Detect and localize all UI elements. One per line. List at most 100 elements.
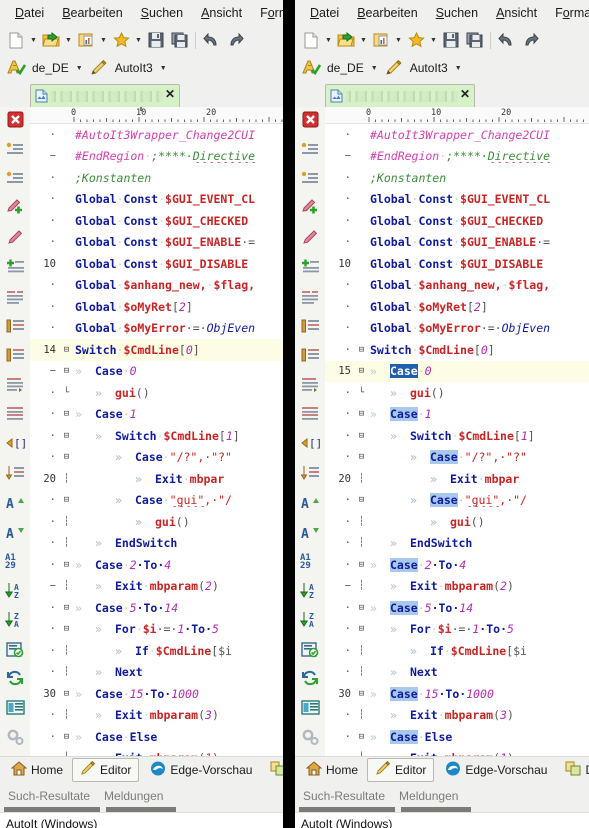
settings-gear-icon[interactable] (4, 727, 26, 748)
sort-za-icon[interactable]: ZA (4, 609, 26, 630)
fold-marker[interactable]: ┆ (355, 710, 368, 720)
sort-az-icon[interactable]: AZ (299, 580, 321, 601)
panel-tab-meldungen[interactable]: Meldungen (100, 789, 167, 807)
code-line[interactable]: · ⊟» » » Case·"/?",·"?" (30, 447, 283, 469)
code-line[interactable]: · Global·$oMyRet[2] (30, 296, 283, 318)
close-icon[interactable]: ✕ (165, 88, 175, 100)
settings-gear-icon[interactable] (299, 727, 321, 748)
chevron-down-icon[interactable]: ▼ (74, 57, 85, 79)
chevron-down-icon[interactable]: ▼ (323, 29, 334, 51)
code-line[interactable]: · ┆» » » If·$CmdLine[$i (30, 640, 283, 662)
indent-decrease-icon[interactable] (4, 344, 26, 365)
code-line[interactable]: − ⊟» Case·0 (30, 361, 283, 383)
bottom-tab-home[interactable]: Home (299, 759, 365, 781)
menu-item-ansicht[interactable]: Ansicht (192, 3, 251, 23)
code-line[interactable]: · ⊟» » » Case·"/?",·"?" (325, 447, 589, 469)
favorites-star-icon[interactable] (405, 29, 427, 51)
code-line[interactable]: 20 ┆» » » » Exit·mbpar (325, 468, 589, 490)
chevron-down-icon[interactable]: ▼ (369, 57, 380, 79)
menu-item-bearbeiten[interactable]: Bearbeiten (53, 3, 131, 23)
undo-icon[interactable] (201, 29, 223, 51)
save-icon[interactable] (440, 29, 462, 51)
new-file-icon[interactable] (300, 29, 322, 51)
code-line[interactable]: · Global·$oMyRet[2] (325, 296, 589, 318)
wrap-lines-icon[interactable] (4, 374, 26, 395)
comment-block-icon[interactable] (299, 138, 321, 159)
code-line[interactable]: − #EndRegion·;****·Directive (30, 146, 283, 168)
toggle-panel-icon[interactable] (299, 697, 321, 718)
fold-marker[interactable]: ⊟ (60, 732, 73, 742)
code-line[interactable]: · ⊟» » For·$i·=·1·To·5 (325, 619, 589, 641)
comment-block-icon[interactable] (4, 138, 26, 159)
indent-decrease-icon[interactable] (299, 344, 321, 365)
fold-marker[interactable]: ⊟ (60, 603, 73, 613)
fold-marker[interactable]: ⊟ (355, 689, 368, 699)
fold-marker[interactable]: ┆ (355, 517, 368, 527)
code-editor-right[interactable]: 0 10 20 · #AutoIt3Wrapper_Change2CUI − #… (325, 107, 589, 756)
alphanumeric-sort-icon[interactable]: A1 29 (299, 550, 321, 571)
indent-increase-icon[interactable] (4, 315, 26, 336)
panel-tab-such-resultate[interactable]: Such-Resultate (4, 789, 94, 807)
fold-marker[interactable]: ┆ (60, 667, 73, 677)
code-line[interactable]: · ┆» » » » gui() (30, 511, 283, 533)
fold-marker[interactable]: ⊟ (60, 624, 73, 634)
chevron-down-icon[interactable]: ▼ (133, 29, 144, 51)
sort-az-icon[interactable]: AZ (4, 580, 26, 601)
open-recent-icon[interactable] (370, 29, 392, 51)
code-line[interactable]: · └» » gui() (30, 382, 283, 404)
lowercase-icon[interactable]: A (4, 521, 26, 542)
move-line-down-icon[interactable] (299, 462, 321, 483)
open-recent-icon[interactable] (75, 29, 97, 51)
code-line[interactable]: · #AutoIt3Wrapper_Change2CUI (30, 124, 283, 146)
code-line[interactable]: 14 ⊟ Switch·$CmdLine[0] (30, 339, 283, 361)
insert-line-icon[interactable] (4, 256, 26, 277)
code-line[interactable]: · #AutoIt3Wrapper_Change2CUI (325, 124, 589, 146)
fold-marker[interactable]: ⊟ (60, 366, 73, 376)
fold-marker[interactable]: ┆ (60, 538, 73, 548)
refresh-icon[interactable] (299, 668, 321, 689)
wrap-lines-icon[interactable] (299, 374, 321, 395)
align-lines-icon[interactable] (299, 403, 321, 424)
code-line[interactable]: · ⊟» » » Case·"gui",·"/ (325, 490, 589, 512)
document-tab[interactable]: ✕ (325, 84, 475, 107)
fold-marker[interactable]: ⊟ (60, 431, 73, 441)
code-line[interactable]: · Global·Const·$GUI_EVENT_CL (325, 189, 589, 211)
chevron-down-icon[interactable]: ▼ (28, 29, 39, 51)
code-line[interactable]: − ┆» » Exit·mbparam(2) (30, 576, 283, 598)
code-line[interactable]: · ⊟» Case·1 (325, 404, 589, 426)
code-line[interactable]: · Global·$anhang_new,·$flag, (30, 275, 283, 297)
code-line[interactable]: · ⊟» Case·2·To·4 (30, 554, 283, 576)
code-line[interactable]: · ⊟» Case·Else (30, 726, 283, 748)
fold-marker[interactable]: └ (355, 388, 368, 398)
new-file-icon[interactable] (5, 29, 27, 51)
code-line[interactable]: · ⊟» » Switch·$CmdLine[1] (325, 425, 589, 447)
fold-marker[interactable]: ⊟ (355, 495, 368, 505)
code-line[interactable]: · └» » gui() (325, 382, 589, 404)
uppercase-icon[interactable]: A (299, 491, 321, 512)
bottom-tab-editor[interactable]: Editor (72, 758, 140, 782)
uncomment-block-icon[interactable] (299, 168, 321, 189)
code-lines-right[interactable]: · #AutoIt3Wrapper_Change2CUI − #EndRegion·;… (325, 124, 589, 756)
redo-icon[interactable] (519, 29, 541, 51)
code-line[interactable]: · ⊟» Case·2·To·4 (325, 554, 589, 576)
code-line[interactable]: · ┆» » » » gui() (325, 511, 589, 533)
add-bookmark-icon[interactable] (4, 197, 26, 218)
favorites-star-icon[interactable] (110, 29, 132, 51)
chevron-down-icon[interactable]: ▼ (63, 29, 74, 51)
spellcheck-icon[interactable] (300, 57, 322, 79)
code-line[interactable]: − ┆» » Exit·mbparam(2) (325, 576, 589, 598)
fold-marker[interactable]: ⊟ (60, 689, 73, 699)
lexer-label[interactable]: AutoIt3 (113, 61, 155, 75)
code-line[interactable]: 15 ⊟» Case·0 (325, 360, 589, 382)
code-line[interactable]: · Global·Const·$GUI_CHECKED (30, 210, 283, 232)
code-lines-left[interactable]: · #AutoIt3Wrapper_Change2CUI − #EndRegion·;… (30, 124, 283, 756)
chevron-down-icon[interactable]: ▼ (358, 29, 369, 51)
pencil-icon[interactable] (383, 57, 405, 79)
code-line[interactable]: ·└» » Exit·mbparam(1) (325, 748, 589, 756)
fold-marker[interactable]: ⊟ (60, 345, 73, 355)
code-line[interactable]: · ┆» » EndSwitch (325, 533, 589, 555)
uppercase-icon[interactable]: A (4, 491, 26, 512)
code-editor[interactable]: 0 10 20 · #AutoIt3Wrapper_Change2CUI − #… (30, 107, 283, 756)
chevron-down-icon[interactable]: ▼ (98, 29, 109, 51)
checklist-icon[interactable] (299, 638, 321, 659)
